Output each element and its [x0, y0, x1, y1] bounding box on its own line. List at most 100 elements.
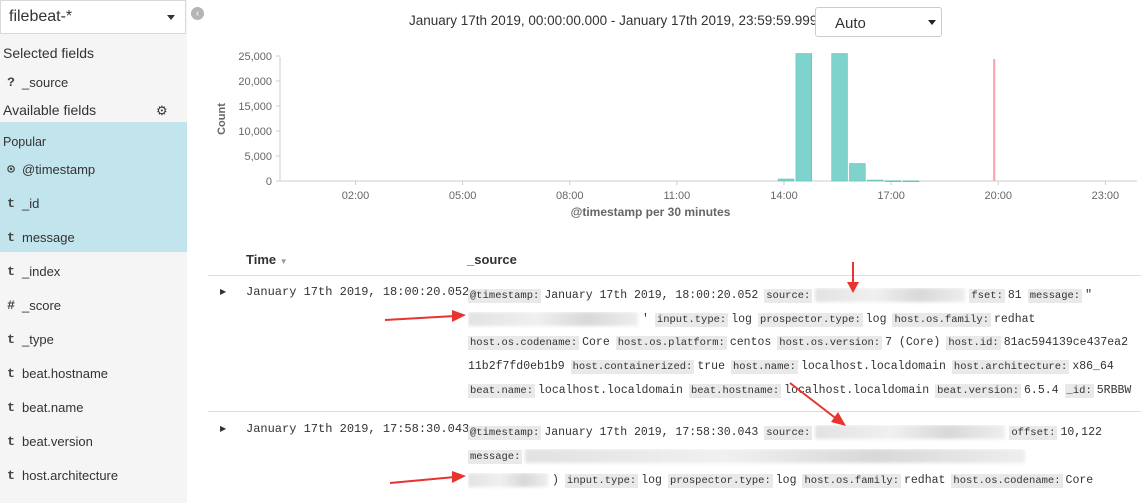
histogram-bar [777, 178, 795, 182]
field-item[interactable]: t beat.hostname [0, 356, 187, 390]
string-type-icon: t [7, 467, 15, 483]
field-name: _score [22, 297, 62, 313]
field-value: 81 [1007, 289, 1022, 303]
x-tick-label: 11:00 [664, 190, 691, 202]
field-key: input.type: [564, 474, 639, 489]
string-type-icon: t [7, 433, 15, 449]
field-name: beat.version [22, 433, 93, 449]
field-value: ' [642, 313, 649, 327]
field-item[interactable]: t host.architecture [0, 458, 187, 492]
y-tick-label: 5,000 [244, 151, 272, 163]
field-value: Core [1065, 474, 1094, 488]
time-column-header[interactable]: Time ▼ [246, 252, 288, 267]
row-time: January 17th 2019, 17:58:30.043 [246, 422, 470, 436]
histogram-bar [795, 53, 813, 182]
string-type-icon: t [7, 399, 15, 415]
field-item[interactable]: t beat.version [0, 424, 187, 458]
field-item[interactable]: t _type [0, 322, 187, 356]
field-key: host.os.codename: [468, 336, 580, 350]
x-tick-label: 17:00 [877, 190, 905, 202]
time-column-label: Time [246, 252, 277, 267]
chevron-down-icon [167, 15, 175, 20]
row-time: January 17th 2019, 18:00:20.052 [246, 285, 470, 299]
field-value: Core [582, 336, 610, 349]
expand-row-icon[interactable]: ▶ [220, 287, 226, 296]
source-line: @timestamp: January 17th 2019, 18:00:20.0… [468, 288, 1141, 306]
field-item[interactable]: t _id [0, 186, 187, 220]
interval-value: Auto [835, 15, 866, 32]
y-tick-label: 10,000 [238, 126, 272, 138]
field-value: " [1085, 289, 1093, 303]
field-key: source: [764, 426, 813, 441]
redacted-value [815, 425, 1006, 439]
histogram-bar [867, 179, 884, 182]
field-name: host.architecture [22, 467, 119, 483]
time-range-label[interactable]: January 17th 2019, 00:00:00.000 - Januar… [409, 13, 835, 28]
y-tick-label: 15,000 [238, 101, 272, 113]
source-column-header: _source [467, 252, 517, 267]
histogram-chart[interactable]: 0 5,000 10,000 15,000 20,000 25,000 02:00 05:00… [205, 45, 1141, 225]
field-sidebar: filebeat-* Selected fields ? _source Ava… [0, 0, 187, 503]
gear-icon[interactable]: ⚙ [156, 103, 168, 119]
divider [208, 411, 1141, 412]
field-value: January 17th 2019, 17:58:30.043 [544, 426, 759, 440]
field-key: @timestamp: [468, 289, 542, 304]
field-key: host.id: [946, 336, 1001, 350]
selected-field-source[interactable]: ? _source [0, 65, 187, 99]
field-value: 7 (Core) [885, 336, 941, 349]
field-item[interactable]: t _index [0, 254, 187, 288]
redacted-value [468, 473, 548, 487]
redacted-value [468, 312, 638, 326]
field-key: host.os.family: [892, 313, 991, 328]
string-type-icon: t [7, 263, 15, 279]
source-line: ' input.type: log prospector.type: log host.o… [468, 312, 1141, 330]
histogram-bar [902, 180, 920, 183]
field-value: 5RBBW [1096, 384, 1132, 397]
field-value: localhost.localdomain [784, 384, 930, 397]
field-key: beat.version: [935, 384, 1022, 398]
field-value: 81ac594139ce437ea2 [1003, 336, 1128, 349]
field-item[interactable]: t beat.name [0, 390, 187, 424]
index-pattern-label: filebeat-* [9, 8, 73, 25]
field-value: x86_64 [1072, 360, 1114, 373]
field-item[interactable]: ⊙ @timestamp [0, 152, 187, 186]
field-key: host.os.version: [777, 336, 883, 350]
field-value: redhat [904, 474, 946, 488]
expand-row-icon[interactable]: ▶ [220, 424, 226, 433]
index-pattern-select[interactable]: filebeat-* [0, 0, 186, 34]
field-name: beat.name [22, 399, 84, 415]
field-key: @timestamp: [468, 426, 542, 441]
source-line: ) input.type: log prospector.type: log host.o… [468, 473, 1141, 491]
field-key: host.os.platform: [615, 336, 727, 350]
field-key: prospector.type: [757, 313, 863, 328]
field-key: prospector.type: [667, 474, 773, 489]
x-tick-label: 23:00 [1092, 190, 1120, 202]
string-type-icon: t [7, 331, 15, 347]
field-item[interactable]: t message [0, 220, 187, 254]
sort-down-icon[interactable]: ▼ [280, 257, 288, 266]
string-type-icon: t [7, 229, 15, 245]
field-value: 6.5.4 [1024, 384, 1059, 397]
field-value: log [731, 313, 752, 327]
field-key: input.type: [654, 313, 729, 328]
field-name: _id [22, 195, 40, 211]
selected-fields-heading: Selected fields [3, 45, 95, 61]
field-key: beat.name: [468, 384, 536, 398]
field-key: host.os.codename: [951, 474, 1063, 489]
unknown-type-icon: ? [7, 74, 15, 90]
histogram-bar [884, 180, 902, 182]
string-type-icon: t [7, 365, 15, 381]
field-key: host.os.family: [802, 474, 901, 489]
collapse-sidebar-icon[interactable]: ‹ [191, 7, 204, 20]
y-tick-label: 25,000 [238, 51, 272, 63]
interval-select[interactable]: Auto [815, 7, 942, 37]
field-name: _source [22, 74, 69, 90]
field-name: _type [22, 331, 54, 347]
field-key: source: [764, 289, 813, 304]
source-line: @timestamp: January 17th 2019, 17:58:30.0… [468, 425, 1141, 443]
field-item[interactable]: # _score [0, 288, 187, 322]
field-value: log [775, 474, 797, 488]
field-name: beat.hostname [22, 365, 109, 381]
x-tick-label: 20:00 [984, 190, 1012, 202]
field-value: localhost.localdomain [538, 384, 683, 397]
